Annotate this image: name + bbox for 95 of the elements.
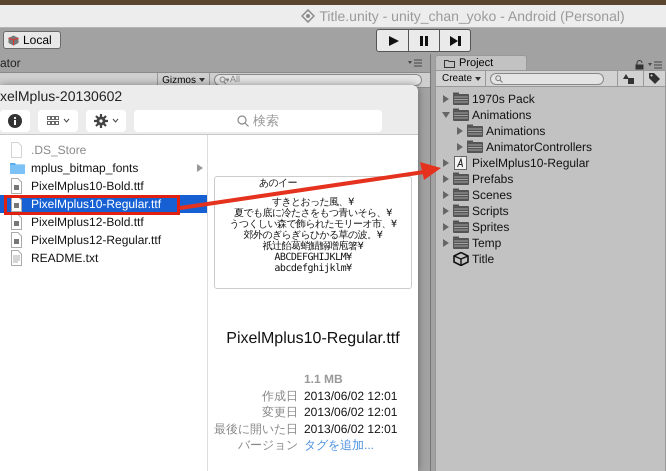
folder-icon — [444, 58, 455, 68]
tab-label[interactable]: ator — [0, 54, 21, 72]
pivot-button[interactable]: Local — [3, 31, 61, 49]
preview-text: あのイー — [259, 178, 297, 189]
file-row[interactable]: README.txt — [0, 249, 207, 267]
folder-icon — [453, 172, 469, 186]
lock-icon[interactable] — [635, 60, 644, 70]
info-value: 2013/06/02 12:01 — [304, 404, 398, 420]
folder-icon — [453, 188, 469, 202]
window-title: Title.unity - unity_chan_yoko - Android (Personal) — [319, 6, 625, 26]
folder-icon — [453, 92, 469, 106]
unity-logo-icon — [453, 252, 469, 266]
folder-icon — [10, 160, 25, 176]
preview-text: うつくしい森で飾られたモリーオ市、¥ — [229, 219, 397, 230]
expand-icon[interactable] — [442, 159, 450, 167]
search-icon — [495, 74, 504, 82]
folder-icon — [467, 124, 483, 138]
tree-item[interactable]: Prefabs — [442, 171, 514, 187]
expand-icon[interactable] — [442, 175, 450, 183]
step-icon — [448, 34, 462, 48]
expand-icon[interactable] — [442, 191, 450, 199]
info-button[interactable] — [0, 110, 30, 132]
document-icon — [10, 232, 25, 248]
gear-icon — [94, 114, 108, 128]
tree-item[interactable]: AnimatorControllers — [456, 139, 592, 155]
preview-text: すきとおった風、¥ — [272, 197, 354, 208]
file-row[interactable]: PixelMplus10-Bold.ttf — [0, 177, 207, 195]
preview-text: 郊外のぎらぎらひかる草の波。¥ — [244, 230, 382, 241]
file-row[interactable]: mplus_bitmap_fonts — [0, 159, 207, 177]
preview-text: abcdefghijklm¥ — [274, 263, 352, 274]
window-title: xelMplus-20130602 — [0, 86, 124, 106]
font-file-icon — [453, 156, 469, 170]
expand-icon[interactable] — [442, 95, 450, 103]
folder-icon — [467, 140, 483, 154]
info-label: 変更日 — [261, 404, 298, 420]
tree-item[interactable]: PixelMplus10-Regular — [442, 155, 590, 171]
folder-icon — [453, 236, 469, 250]
unity-logo-icon — [301, 9, 316, 23]
info-value: 2013/06/02 12:01 — [304, 388, 398, 404]
tree-item[interactable]: Temp — [442, 235, 502, 251]
document-icon — [10, 142, 25, 158]
document-icon — [10, 178, 25, 194]
file-row[interactable]: .DS_Store — [0, 141, 207, 159]
action-button[interactable] — [86, 110, 126, 132]
search-placeholder: 検索 — [253, 112, 279, 130]
document-icon — [10, 250, 25, 266]
expand-icon[interactable] — [442, 223, 450, 231]
expand-icon[interactable] — [456, 127, 464, 135]
cube-icon — [8, 34, 19, 46]
expand-icon[interactable] — [456, 143, 464, 151]
folder-icon — [453, 220, 469, 234]
folder-icon — [453, 204, 469, 218]
expand-icon[interactable] — [442, 207, 450, 215]
chevron-icon — [62, 118, 70, 123]
file-row[interactable]: PixelMplus12-Regular.ttf — [0, 231, 207, 249]
collapse-icon[interactable] — [442, 111, 450, 119]
file-name: PixelMplus10-Regular.ttf — [226, 329, 400, 349]
file-size: 1.1 MB — [304, 371, 344, 388]
search-placeholder: All — [230, 73, 240, 86]
grid-icon — [46, 116, 58, 125]
document-icon — [10, 214, 25, 230]
preview-text: ABCDEFGHIJKLM¥ — [274, 252, 352, 263]
expand-icon[interactable] — [442, 239, 450, 247]
disclosure-icon — [197, 164, 203, 172]
panel-menu-icon[interactable] — [408, 59, 422, 67]
caret-icon — [199, 77, 205, 83]
folder-icon — [453, 108, 469, 122]
info-label: 最後に開いた日 — [213, 420, 298, 437]
create-dropdown[interactable]: Create — [438, 71, 486, 86]
shapes-icon — [623, 74, 634, 84]
chevron-icon — [112, 118, 118, 123]
view-options-button[interactable] — [38, 110, 78, 132]
project-tab[interactable]: Project — [435, 55, 527, 70]
search-field[interactable] — [490, 72, 604, 84]
search-icon — [237, 114, 249, 126]
tree-item[interactable]: Scenes — [442, 187, 512, 203]
preview-text: 祇辻飴葛蛸鯖鰯噌庖箸¥ — [262, 241, 364, 252]
preview-text: 夏でも底に冷たさをもつ青いそら、¥ — [234, 208, 392, 219]
pause-icon — [417, 34, 431, 48]
tree-item[interactable]: Animations — [456, 123, 546, 139]
info-icon — [8, 114, 22, 128]
search-icon — [219, 76, 229, 84]
panel-menu-icon[interactable] — [648, 61, 662, 69]
file-row[interactable]: PixelMplus12-Bold.ttf — [0, 213, 207, 231]
caret-icon — [475, 76, 482, 82]
tree-item[interactable]: Title — [442, 251, 494, 267]
tree-item[interactable]: 1970s Pack — [442, 91, 535, 107]
tree-item[interactable]: Sprites — [442, 219, 510, 235]
info-label: 作成日 — [261, 388, 298, 404]
tag-icon — [649, 73, 660, 84]
tab-label: Project — [459, 56, 494, 71]
tree-item[interactable]: Scripts — [442, 203, 509, 219]
tree-item[interactable]: Animations — [442, 107, 532, 123]
info-label: バージョン — [237, 437, 298, 454]
info-value: 2013/06/02 12:01 — [304, 420, 398, 437]
